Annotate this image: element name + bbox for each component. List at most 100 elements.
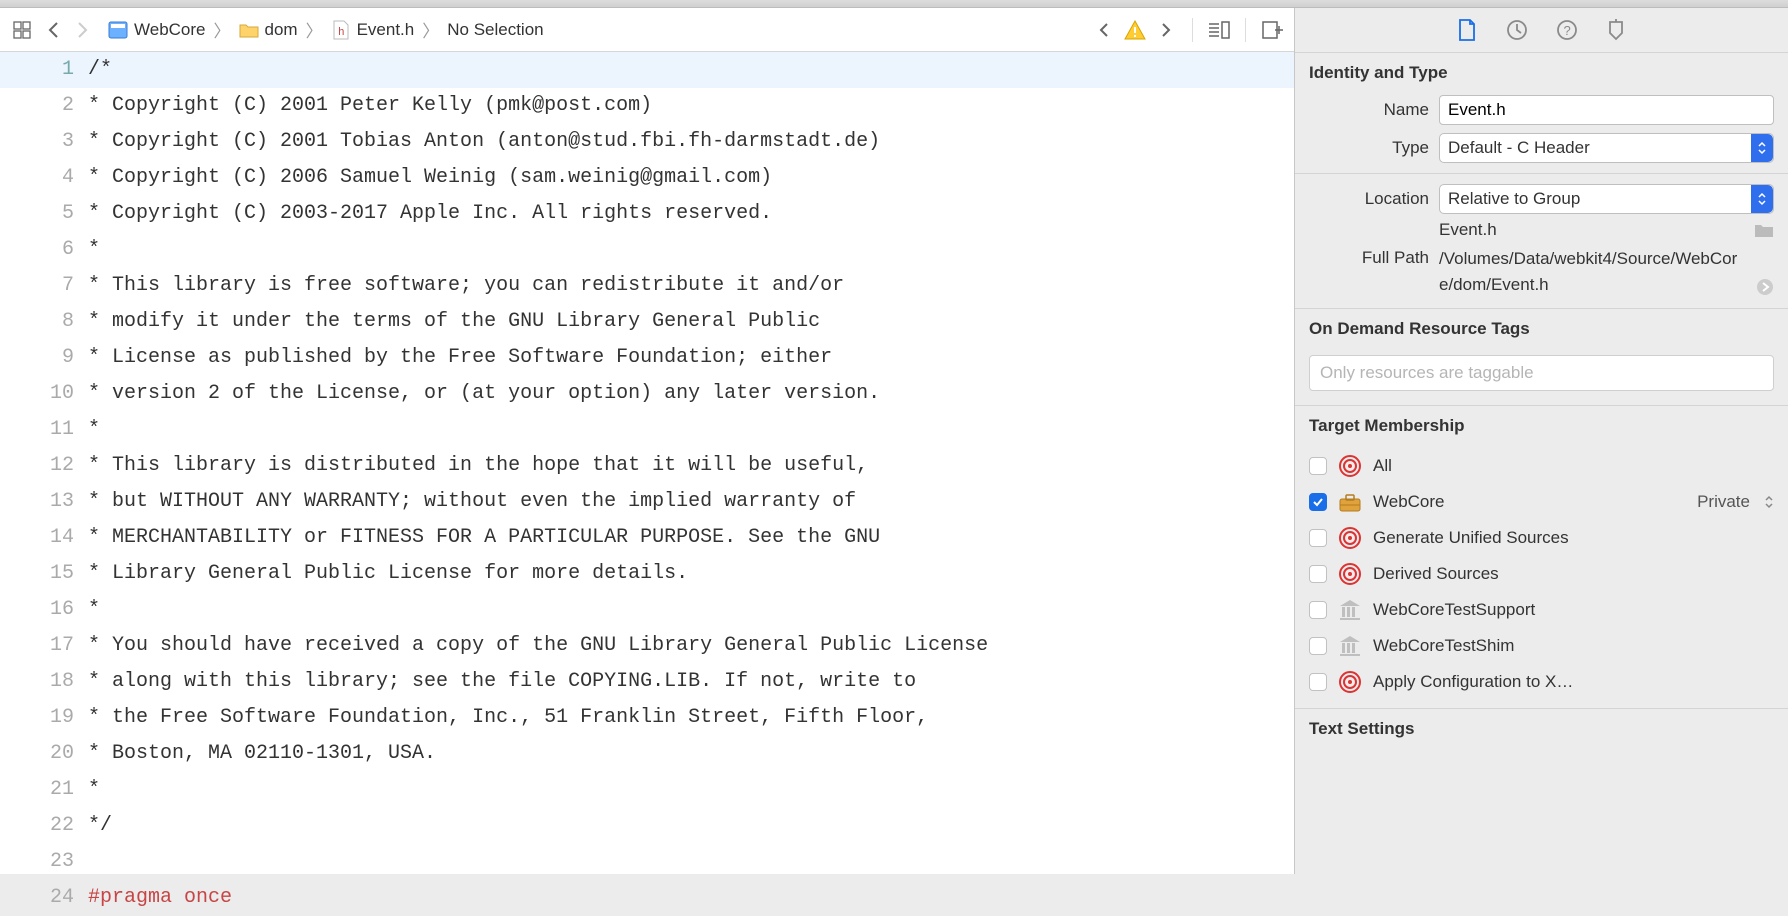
choose-folder-button[interactable]: [1754, 222, 1774, 238]
attributes-inspector-tab[interactable]: [1605, 18, 1629, 42]
type-select-value: Default - C Header: [1448, 138, 1590, 158]
code-line[interactable]: 11 *: [0, 412, 1294, 448]
name-field[interactable]: [1439, 95, 1774, 125]
text-settings-title: Text Settings: [1295, 709, 1788, 739]
code-line[interactable]: 12 * This library is distributed in the …: [0, 448, 1294, 484]
code-text: *: [88, 772, 1294, 808]
bullseye-icon: [1337, 453, 1363, 479]
target-row: WebCoreTestSupport: [1305, 592, 1778, 628]
stepper-icon[interactable]: [1764, 494, 1774, 510]
code-line[interactable]: 2 * Copyright (C) 2001 Peter Kelly (pmk@…: [0, 88, 1294, 124]
breadcrumb: WebCore 〉 dom 〉 h Event.h: [100, 17, 1086, 42]
history-inspector-tab[interactable]: [1505, 18, 1529, 42]
code-text: * modify it under the terms of the GNU L…: [88, 304, 1294, 340]
target-row: All: [1305, 448, 1778, 484]
code-text: * Copyright (C) 2001 Tobias Anton (anton…: [88, 124, 1294, 160]
line-number: 22: [0, 808, 88, 844]
target-checkbox[interactable]: [1309, 673, 1327, 691]
name-label: Name: [1309, 100, 1429, 120]
next-issue-button[interactable]: [1152, 16, 1180, 44]
code-text: * version 2 of the License, or (at your …: [88, 376, 1294, 412]
crumb-folder[interactable]: dom: [235, 18, 302, 42]
code-line[interactable]: 20 * Boston, MA 02110-1301, USA.: [0, 736, 1294, 772]
divider: [1192, 18, 1193, 42]
line-number: 1: [0, 52, 88, 88]
code-text: #pragma once: [88, 880, 1294, 916]
code-text: /*: [88, 52, 1294, 88]
divider: [1245, 18, 1246, 42]
line-number: 5: [0, 196, 88, 232]
target-checkbox[interactable]: [1309, 493, 1327, 511]
editor-options-button[interactable]: [1205, 16, 1233, 44]
building-icon: [1337, 633, 1363, 659]
reveal-in-finder-button[interactable]: [1756, 278, 1774, 298]
code-line[interactable]: 21 *: [0, 772, 1294, 808]
crumb-file[interactable]: h Event.h: [327, 18, 419, 42]
code-text: [88, 844, 1294, 880]
code-line[interactable]: 7 * This library is free software; you c…: [0, 268, 1294, 304]
nav-back-button[interactable]: [40, 16, 68, 44]
line-number: 2: [0, 88, 88, 124]
code-editor[interactable]: 1/*2 * Copyright (C) 2001 Peter Kelly (p…: [0, 52, 1294, 874]
folder-icon: [239, 20, 259, 40]
location-select-value: Relative to Group: [1448, 189, 1580, 209]
editor-pane: WebCore 〉 dom 〉 h Event.h: [0, 8, 1294, 874]
target-checkbox[interactable]: [1309, 457, 1327, 475]
crumb-project[interactable]: WebCore: [104, 18, 210, 42]
line-number: 24: [0, 880, 88, 916]
line-number: 23: [0, 844, 88, 880]
code-line[interactable]: 6 *: [0, 232, 1294, 268]
nav-forward-button[interactable]: [68, 16, 96, 44]
bullseye-icon: [1337, 525, 1363, 551]
target-visibility[interactable]: Private: [1697, 492, 1754, 512]
code-line[interactable]: 4 * Copyright (C) 2006 Samuel Weinig (sa…: [0, 160, 1294, 196]
crumb-selection[interactable]: No Selection: [443, 18, 547, 42]
target-checkbox[interactable]: [1309, 601, 1327, 619]
code-line[interactable]: 15 * Library General Public License for …: [0, 556, 1294, 592]
code-line[interactable]: 19 * the Free Software Foundation, Inc.,…: [0, 700, 1294, 736]
target-row: Generate Unified Sources: [1305, 520, 1778, 556]
code-line[interactable]: 5 * Copyright (C) 2003-2017 Apple Inc. A…: [0, 196, 1294, 232]
file-inspector-tab[interactable]: [1455, 18, 1479, 42]
location-select[interactable]: Relative to Group: [1439, 184, 1774, 214]
line-number: 10: [0, 376, 88, 412]
target-checkbox[interactable]: [1309, 529, 1327, 547]
crumb-file-label: Event.h: [357, 20, 415, 40]
target-row: WebCoreTestShim: [1305, 628, 1778, 664]
code-line[interactable]: 22 */: [0, 808, 1294, 844]
code-line[interactable]: 3 * Copyright (C) 2001 Tobias Anton (ant…: [0, 124, 1294, 160]
line-number: 19: [0, 700, 88, 736]
select-arrows-icon: [1751, 185, 1773, 213]
chevron-right-icon: 〉: [304, 17, 325, 42]
code-line[interactable]: 24#pragma once: [0, 880, 1294, 916]
select-arrows-icon: [1751, 134, 1773, 162]
target-row: WebCorePrivate: [1305, 484, 1778, 520]
code-text: *: [88, 592, 1294, 628]
code-line[interactable]: 10 * version 2 of the License, or (at yo…: [0, 376, 1294, 412]
code-line[interactable]: 8 * modify it under the terms of the GNU…: [0, 304, 1294, 340]
line-number: 17: [0, 628, 88, 664]
code-line[interactable]: 1/*: [0, 52, 1294, 88]
code-line[interactable]: 13 * but WITHOUT ANY WARRANTY; without e…: [0, 484, 1294, 520]
target-membership-list: AllWebCorePrivateGenerate Unified Source…: [1295, 444, 1788, 708]
add-editor-button[interactable]: [1258, 16, 1286, 44]
code-text: * Copyright (C) 2003-2017 Apple Inc. All…: [88, 196, 1294, 232]
line-number: 15: [0, 556, 88, 592]
code-line[interactable]: 16 *: [0, 592, 1294, 628]
line-number: 8: [0, 304, 88, 340]
prev-issue-button[interactable]: [1090, 16, 1118, 44]
help-inspector-tab[interactable]: ?: [1555, 18, 1579, 42]
line-number: 18: [0, 664, 88, 700]
line-number: 7: [0, 268, 88, 304]
code-line[interactable]: 18 * along with this library; see the fi…: [0, 664, 1294, 700]
target-checkbox[interactable]: [1309, 637, 1327, 655]
code-line[interactable]: 9 * License as published by the Free Sof…: [0, 340, 1294, 376]
jump-bar: WebCore 〉 dom 〉 h Event.h: [0, 8, 1294, 52]
window-titlebar: [0, 0, 1788, 8]
code-line[interactable]: 17 * You should have received a copy of …: [0, 628, 1294, 664]
code-line[interactable]: 14 * MERCHANTABILITY or FITNESS FOR A PA…: [0, 520, 1294, 556]
type-select[interactable]: Default - C Header: [1439, 133, 1774, 163]
code-line[interactable]: 23: [0, 844, 1294, 880]
related-items-button[interactable]: [8, 16, 36, 44]
target-checkbox[interactable]: [1309, 565, 1327, 583]
